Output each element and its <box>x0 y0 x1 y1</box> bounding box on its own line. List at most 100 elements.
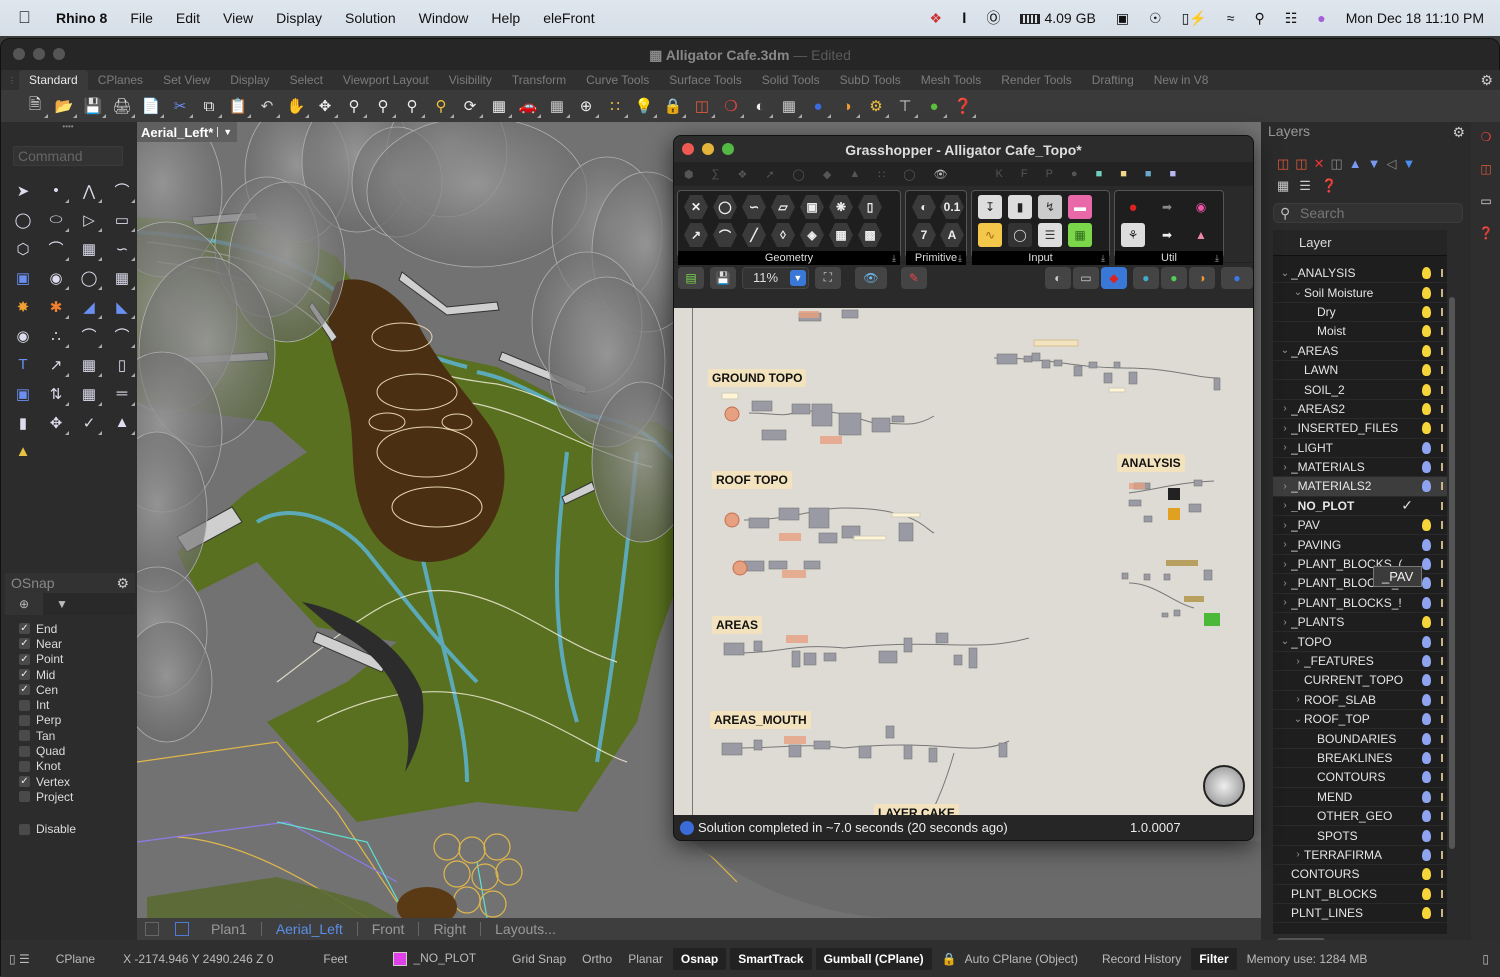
apple-menu-icon[interactable]:  <box>18 8 38 28</box>
surface-icon[interactable]: ▦ <box>76 236 102 261</box>
points-group-icon[interactable]: ∴ <box>43 323 69 348</box>
chevron-down-icon[interactable]: ⌄ <box>1292 287 1304 298</box>
shaded-preview-icon[interactable]: ◆ <box>1100 266 1127 289</box>
lock-icon[interactable] <box>1441 715 1443 724</box>
group-areas-mouth[interactable]: AREAS_MOUTH <box>710 711 811 729</box>
lock-icon[interactable] <box>1441 792 1443 801</box>
osnap-quad[interactable]: Quad <box>19 743 135 758</box>
navigation-wheel[interactable] <box>1203 765 1245 807</box>
tab-mesh-tools[interactable]: Mesh Tools <box>911 73 991 87</box>
copy-icon[interactable]: ⧉ <box>197 94 222 118</box>
grid-icon[interactable]: ▦ <box>545 94 570 118</box>
plane-param-icon[interactable]: ▱ <box>771 195 795 219</box>
chevron-down-icon[interactable]: ⌄ <box>1292 714 1304 725</box>
lock-icon[interactable] <box>1441 327 1443 336</box>
visibility-bulb-icon[interactable] <box>1422 402 1431 415</box>
visibility-bulb-icon[interactable] <box>1422 364 1431 377</box>
menu-elefront[interactable]: eleFront <box>543 10 594 26</box>
group-analysis[interactable]: ANALYSIS <box>1117 454 1185 472</box>
curve-icon[interactable]: ⌒ <box>109 178 135 203</box>
boolean-param-icon[interactable]: ◐ <box>912 195 936 219</box>
osnap-disable[interactable]: Disable <box>19 822 135 837</box>
grasshopper-icon[interactable]: ● <box>922 94 947 118</box>
import-icon[interactable]: 📄 <box>139 94 164 118</box>
lock-icon[interactable] <box>1441 618 1443 627</box>
record-history-toggle[interactable]: Record History <box>1094 952 1189 966</box>
lock-icon[interactable] <box>1441 269 1443 278</box>
visibility-bulb-icon[interactable] <box>1422 810 1431 823</box>
point-param-icon[interactable]: ✕ <box>684 195 708 219</box>
layer-row[interactable]: SPOTS <box>1273 826 1447 846</box>
lock-icon[interactable] <box>1441 598 1443 607</box>
car-icon[interactable]: 🚗 <box>516 94 541 118</box>
menu-edit[interactable]: Edit <box>176 10 200 26</box>
chevron-right-icon[interactable]: › <box>1279 462 1291 473</box>
viewport-tab-plan1[interactable]: Plan1 <box>197 922 262 936</box>
zoom-window-icon[interactable]: ⚲ <box>371 94 396 118</box>
visibility-bulb-icon[interactable] <box>1422 344 1431 357</box>
visibility-bulb-icon[interactable] <box>1422 480 1431 493</box>
box-icon[interactable]: ▣ <box>10 265 36 290</box>
gear-icon[interactable]: ⚙ <box>116 573 129 593</box>
osnap-perp[interactable]: Perp <box>19 713 135 728</box>
visibility-bulb-icon[interactable] <box>1422 790 1431 803</box>
lock-icon[interactable] <box>1441 443 1443 452</box>
cplane-button[interactable]: CPlane <box>48 952 103 966</box>
lock-icon[interactable]: 🔒 <box>661 94 686 118</box>
select-icon[interactable]: ➤ <box>10 178 36 203</box>
geometry-param-icon[interactable]: ▩ <box>858 223 882 247</box>
visibility-bulb-icon[interactable] <box>1422 596 1431 609</box>
tab-visibility[interactable]: Visibility <box>439 73 502 87</box>
layer-row[interactable]: CONTOURS <box>1273 768 1447 788</box>
preview-mesh-icon[interactable]: ● <box>1132 266 1159 289</box>
layer-row[interactable]: CURRENT_TOPO <box>1273 671 1447 691</box>
plugin-tab-icon[interactable]: F <box>1021 168 1028 180</box>
params-tab-icon[interactable]: ⬢ <box>684 168 694 181</box>
osnap-toggle[interactable]: Osnap <box>672 947 727 970</box>
check-icon[interactable]: ✓ <box>76 410 102 435</box>
grid-array-icon[interactable]: ▦ <box>76 381 102 406</box>
visibility-bulb-icon[interactable] <box>1422 538 1431 551</box>
layer-search-input[interactable]: ⚲ Search <box>1273 203 1463 223</box>
lock-icon[interactable] <box>1441 676 1443 685</box>
dial-icon[interactable]: ◯ <box>1008 223 1032 247</box>
layer-row[interactable]: LAWN <box>1273 361 1447 381</box>
wifi-icon[interactable]: ≈ <box>1227 10 1235 26</box>
offset-curve-icon[interactable]: ⌒ <box>109 323 135 348</box>
color-tab-1-icon[interactable]: ■ <box>1096 168 1103 180</box>
planar-toggle[interactable]: Planar <box>620 952 671 966</box>
color-wheel-icon[interactable]: ❍ <box>1477 128 1495 146</box>
osnap-knot[interactable]: Knot <box>19 759 135 774</box>
new-icon[interactable]: 🗎 <box>23 94 48 118</box>
airpods-icon[interactable]: ☉ <box>1149 10 1162 27</box>
gradient-icon[interactable]: ▬ <box>1068 195 1092 219</box>
maths-tab-icon[interactable]: ∑ <box>712 168 720 180</box>
visibility-bulb-icon[interactable] <box>1422 771 1431 784</box>
color-tab-4-icon[interactable]: ■ <box>1170 168 1177 180</box>
tab-transform[interactable]: Transform <box>502 73 576 87</box>
group-roof-topo[interactable]: ROOF TOPO <box>712 471 792 489</box>
tab-solid-tools[interactable]: Solid Tools <box>752 73 830 87</box>
layer-row[interactable]: › _PLANTS <box>1273 613 1447 633</box>
menu-display[interactable]: Display <box>276 10 322 26</box>
point-icon[interactable]: • <box>43 178 69 203</box>
gh-canvas[interactable]: GROUND TOPO ROOF TOPO AREAS AREAS_MOUTH … <box>674 308 1253 817</box>
lock-icon[interactable] <box>1441 540 1443 549</box>
osnap-tab-icon[interactable]: ⊕ <box>5 593 43 615</box>
viewport-name[interactable]: Aerial_Left* <box>137 125 217 140</box>
text-param-icon[interactable]: A <box>940 223 964 247</box>
grid-snap-toggle[interactable]: Grid Snap <box>504 952 574 966</box>
tab-display[interactable]: Display <box>220 73 279 87</box>
lock-icon[interactable]: 🔒 <box>934 952 965 966</box>
tab-surface-tools[interactable]: Surface Tools <box>659 73 752 87</box>
undo-icon[interactable]: ↶ <box>255 94 280 118</box>
checkbox[interactable]: ✓ <box>19 638 30 650</box>
chevron-right-icon[interactable]: › <box>1279 500 1291 511</box>
chevron-right-icon[interactable]: › <box>1279 559 1291 570</box>
checkbox[interactable]: ✓ <box>19 653 30 665</box>
chevron-down-icon[interactable]: ▼ <box>789 269 806 286</box>
line-param-icon[interactable]: ╱ <box>742 223 766 247</box>
history-icon[interactable]: ⊤ <box>893 94 918 118</box>
sketch-icon[interactable]: ✎ <box>900 266 927 289</box>
fitness-icon[interactable]: ◉ <box>1189 195 1213 219</box>
